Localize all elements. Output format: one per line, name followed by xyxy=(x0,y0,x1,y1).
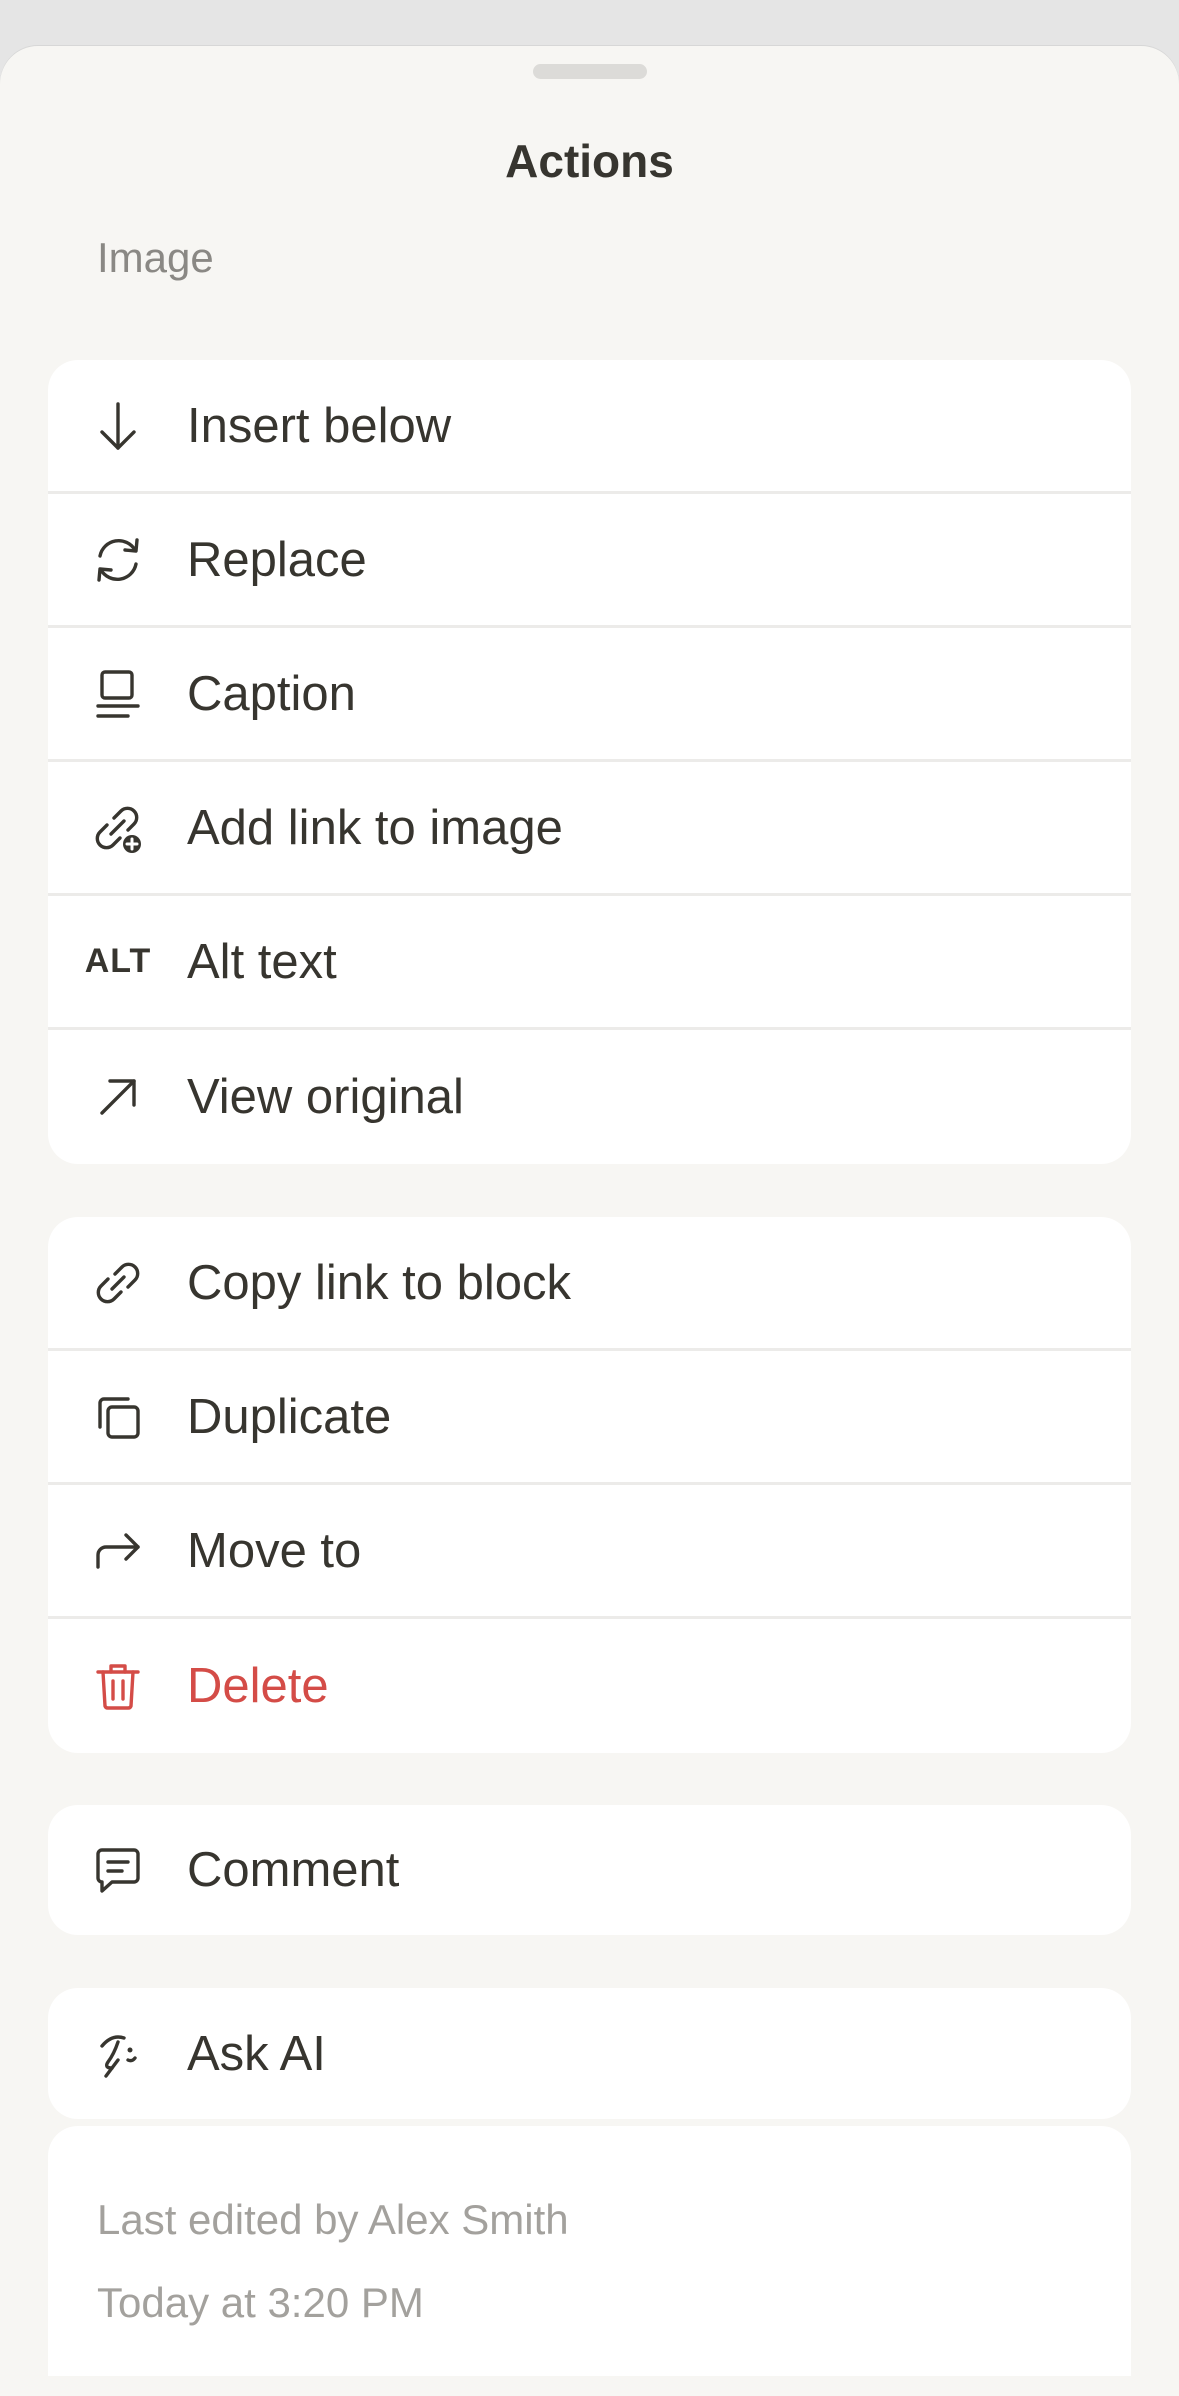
view-original-button[interactable]: View original xyxy=(48,1030,1131,1164)
move-to-label: Move to xyxy=(187,1523,362,1578)
move-to-button[interactable]: Move to xyxy=(48,1485,1131,1619)
link-icon xyxy=(88,1253,148,1313)
last-edited-by: Last edited by Alex Smith xyxy=(97,2196,569,2243)
trash-icon xyxy=(88,1656,148,1716)
last-edited-info: Last edited by Alex Smith Today at 3:20 … xyxy=(48,2126,1131,2376)
view-original-label: View original xyxy=(187,1070,464,1124)
alt-text-button[interactable]: ALT Alt text xyxy=(48,896,1131,1030)
comment-group: Comment xyxy=(48,1805,1131,1935)
ask-ai-button[interactable]: Ask AI xyxy=(48,1988,1131,2119)
alt-text-icon: ALT xyxy=(84,942,152,980)
ai-group: Ask AI xyxy=(48,1988,1131,2119)
alt-text-label: Alt text xyxy=(187,934,337,989)
copy-link-to-block-label: Copy link to block xyxy=(187,1255,572,1310)
arrow-up-right-icon xyxy=(88,1067,148,1127)
comment-label: Comment xyxy=(187,1843,400,1897)
insert-below-label: Insert below xyxy=(187,398,452,453)
add-link-to-image-button[interactable]: Add link to image xyxy=(48,762,1131,896)
refresh-icon xyxy=(88,530,148,590)
caption-button[interactable]: Caption xyxy=(48,628,1131,762)
ai-face-icon xyxy=(88,2024,148,2084)
arrow-down-icon xyxy=(88,396,148,456)
move-arrow-icon xyxy=(88,1521,148,1581)
comment-icon xyxy=(88,1840,148,1900)
insert-below-button[interactable]: Insert below xyxy=(48,360,1131,494)
duplicate-label: Duplicate xyxy=(187,1389,392,1444)
link-add-icon xyxy=(88,798,148,858)
add-link-to-image-label: Add link to image xyxy=(187,800,563,855)
copy-link-to-block-button[interactable]: Copy link to block xyxy=(48,1217,1131,1351)
ask-ai-label: Ask AI xyxy=(187,2026,326,2081)
image-actions-group: Insert below Replace Caption Add link to… xyxy=(48,360,1131,1164)
duplicate-icon xyxy=(88,1387,148,1447)
section-label-image: Image xyxy=(97,234,214,281)
duplicate-button[interactable]: Duplicate xyxy=(48,1351,1131,1485)
delete-label: Delete xyxy=(187,1659,329,1713)
caption-icon xyxy=(88,664,148,724)
replace-button[interactable]: Replace xyxy=(48,494,1131,628)
comment-button[interactable]: Comment xyxy=(48,1805,1131,1935)
sheet-title: Actions xyxy=(505,135,674,187)
sheet-grabber[interactable] xyxy=(533,64,647,79)
block-actions-group: Copy link to block Duplicate Move to Del… xyxy=(48,1217,1131,1753)
replace-label: Replace xyxy=(187,532,367,587)
last-edited-at: Today at 3:20 PM xyxy=(97,2279,424,2326)
caption-label: Caption xyxy=(187,666,356,721)
delete-button[interactable]: Delete xyxy=(48,1619,1131,1753)
